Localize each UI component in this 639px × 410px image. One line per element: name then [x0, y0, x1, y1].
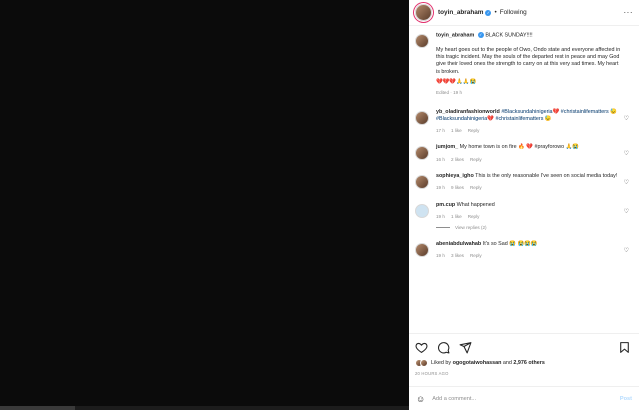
replies-divider — [436, 227, 450, 229]
comment-username[interactable]: abeniabdulwahab — [436, 241, 481, 247]
comment-likes[interactable]: 1 like — [451, 213, 462, 220]
comment-text: This is the only reasonable I've seen on… — [475, 172, 618, 179]
post-timestamp[interactable]: 20 HOURS AGO — [415, 371, 633, 376]
post-video[interactable] — [0, 0, 409, 410]
comment-item: sophieya_igho This is the only reasonabl… — [415, 173, 633, 192]
caption-emojis: 💔💔💔🙏🙏😭 — [436, 78, 477, 85]
comment-likes[interactable]: 1 like — [451, 127, 462, 134]
comment-text: It's so Sad 😭 😭😭😭 — [482, 241, 538, 248]
comment-username[interactable]: pm.cup — [436, 202, 455, 208]
heart-icon[interactable] — [415, 341, 428, 354]
reply-button[interactable]: Reply — [470, 252, 482, 259]
avatar[interactable] — [415, 203, 429, 218]
avatar[interactable] — [415, 243, 429, 258]
comment-username[interactable]: sophieya_igho — [436, 173, 474, 179]
comment-username[interactable]: yb_oladiranfashionworld — [436, 109, 500, 115]
verified-icon: ✓ — [477, 32, 484, 38]
likes-summary: Liked by ogogotaiwohassan and 2,976 othe… — [415, 359, 633, 367]
post-button[interactable]: Post — [620, 396, 632, 402]
comment-time: 19 h — [436, 253, 445, 259]
following-button[interactable]: Following — [500, 9, 527, 16]
comment-item: yb_oladiranfashionworld #Blacksundahinig… — [415, 109, 633, 135]
heart-icon[interactable]: ♡ — [624, 208, 629, 215]
avatar[interactable] — [415, 174, 429, 189]
comment-likes[interactable]: 2 likes — [451, 156, 464, 163]
add-comment-bar: ☺ Add a comment... Post — [409, 386, 639, 410]
post-side-panel: toyin_abraham ✓ • Following ··· toyin_ab… — [409, 0, 639, 410]
reply-button[interactable]: Reply — [468, 213, 480, 220]
verified-icon: ✓ — [485, 9, 492, 16]
avatar[interactable] — [415, 146, 429, 161]
caption-username[interactable]: toyin_abraham — [436, 32, 474, 38]
comment-time: 19 h — [436, 185, 445, 191]
comment-username[interactable]: jumjom_ — [436, 144, 458, 150]
comment-likes[interactable]: 9 likes — [451, 184, 464, 191]
avatar[interactable] — [415, 110, 429, 125]
action-icons — [415, 339, 633, 355]
reply-button[interactable]: Reply — [470, 156, 482, 163]
view-replies-button[interactable]: View replies (2) — [436, 225, 633, 230]
comment-time: 17 h — [436, 128, 445, 134]
comment-item: abeniabdulwahab It's so Sad 😭 😭😭😭 19 h 3… — [415, 241, 633, 260]
emoji-icon[interactable]: ☺ — [416, 394, 425, 404]
view-replies-label[interactable]: View replies (2) — [455, 225, 487, 230]
liked-by-suffix: and — [502, 360, 512, 366]
liked-by-user[interactable]: ogogotaiwohassan — [453, 360, 502, 366]
liked-by-prefix: Liked by — [431, 360, 452, 366]
share-icon[interactable] — [459, 341, 472, 354]
caption-body: My heart goes out to the people of Owo, … — [436, 46, 621, 75]
heart-icon[interactable]: ♡ — [624, 179, 629, 186]
reply-button[interactable]: Reply — [468, 127, 480, 134]
comment-item: pm.cup What happened 19 h 1 like Reply ♡ — [415, 202, 633, 221]
comment-time: 16 h — [436, 156, 445, 162]
comment-item: jumjom_ My home town is on fire 🔥 💔 #pra… — [415, 144, 633, 163]
avatar[interactable] — [420, 359, 428, 367]
post-header: toyin_abraham ✓ • Following ··· — [409, 0, 639, 26]
separator-dot: • — [494, 9, 497, 16]
likes-count[interactable]: 2,976 others — [513, 360, 544, 366]
header-username[interactable]: toyin_abraham — [438, 9, 483, 16]
comment-icon[interactable] — [437, 341, 450, 354]
comment-text: My home town is on fire 🔥 💔 #prayforowo … — [459, 144, 580, 151]
more-icon[interactable]: ··· — [624, 8, 634, 17]
heart-icon[interactable]: ♡ — [624, 150, 629, 157]
avatar[interactable] — [415, 34, 429, 48]
post-actions: Liked by ogogotaiwohassan and 2,976 othe… — [409, 333, 639, 376]
video-progress-fill — [0, 406, 75, 410]
heart-icon[interactable]: ♡ — [624, 247, 629, 254]
comment-text: What happened — [456, 201, 495, 208]
bookmark-icon[interactable] — [618, 341, 631, 354]
heart-icon[interactable]: ♡ — [624, 115, 629, 122]
comment-likes[interactable]: 3 likes — [451, 252, 464, 259]
reply-button[interactable]: Reply — [470, 184, 482, 191]
instagram-post-view: toyin_abraham ✓ • Following ··· toyin_ab… — [0, 0, 639, 410]
avatar[interactable] — [415, 4, 432, 21]
caption-meta: Edited · 19 h — [436, 90, 463, 96]
caption-title: BLACK SUNDAY!!!! — [485, 32, 533, 39]
comment-time: 19 h — [436, 213, 445, 219]
comments-list[interactable]: toyin_abraham ✓ BLACK SUNDAY!!!! My hear… — [409, 27, 639, 332]
comment-input[interactable]: Add a comment... — [432, 396, 620, 402]
caption: toyin_abraham ✓ BLACK SUNDAY!!!! My hear… — [415, 32, 633, 97]
